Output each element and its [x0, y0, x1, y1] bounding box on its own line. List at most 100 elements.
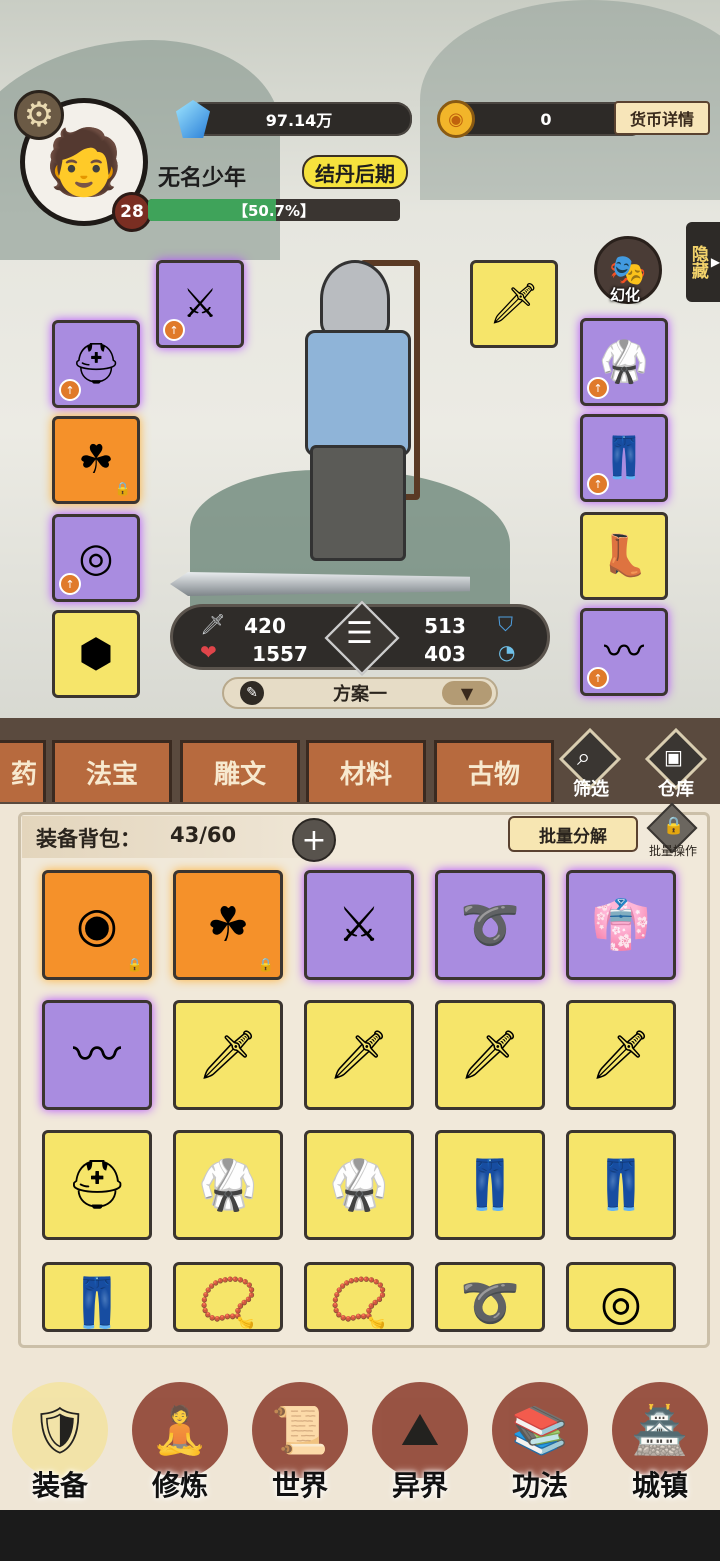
bulk-decompose-button[interactable]: 批量分解 [508, 816, 638, 852]
plus-icon: + [301, 822, 327, 858]
equip-slot-helmet[interactable]: ⛑ ↑ [52, 320, 140, 408]
bag-item[interactable]: 🥋 [173, 1130, 283, 1240]
bulk-operation-button[interactable]: 🔒 批量操作 [642, 802, 704, 858]
upgrade-badge-icon: ↑ [587, 377, 609, 399]
sword-icon: ⚔ [182, 281, 218, 327]
nav-item-0[interactable]: 🛡 装备 [0, 1372, 120, 1507]
nav-item-1[interactable]: 🧘 修炼 [120, 1372, 240, 1507]
bag-item-icon: 〰 [72, 1027, 121, 1083]
tab-label: 材料 [339, 760, 392, 790]
hide-ui-button[interactable]: ▶ 隐藏 [686, 222, 720, 302]
tab-label: 古物 [467, 760, 520, 790]
nav-item-2[interactable]: 📜 世界 [240, 1372, 360, 1507]
bag-item[interactable]: 📿 [304, 1262, 414, 1332]
pendant-icon: ⬢ [78, 631, 114, 677]
magnifier-glyph-icon: ⌕ [577, 743, 591, 771]
bag-item[interactable]: ➰ [435, 1262, 545, 1332]
bag-item[interactable]: 📿 [173, 1262, 283, 1332]
bag-item[interactable]: ◎ [566, 1262, 676, 1332]
equip-slot-ring[interactable]: ◎ ↑ [52, 514, 140, 602]
equip-slot-pants[interactable]: 👖 ↑ [580, 414, 668, 502]
bag-item-icon: 🗡 [459, 1027, 521, 1083]
expand-bag-button[interactable]: + [292, 818, 336, 862]
belt-icon: 〰 [604, 629, 644, 675]
bulk-operation-label: 批量操作 [648, 844, 697, 858]
bag-item[interactable]: 🗡 [173, 1000, 283, 1110]
bag-item[interactable]: 👖 [42, 1262, 152, 1332]
chevron-down-icon[interactable]: ▼ [442, 681, 492, 705]
attack-value: 420 [244, 614, 286, 638]
currency-details-button[interactable]: 货币详情 [614, 101, 710, 135]
bag-item[interactable]: ➰ [435, 870, 545, 980]
nav-item-5[interactable]: 🏯 城镇 [600, 1372, 720, 1507]
equip-slot-blade[interactable]: 🗡 [470, 260, 558, 348]
tab-3[interactable]: 古物 [434, 740, 554, 802]
nav-label: 功法 [511, 1469, 568, 1502]
play-icon: ▶ [710, 255, 720, 269]
bag-item-icon: ➰ [460, 897, 520, 953]
nav-label: 异界 [391, 1469, 448, 1502]
bag-item-icon: 🗡 [590, 1027, 652, 1083]
equip-slot-armor[interactable]: 🥋 ↑ [580, 318, 668, 406]
bag-item-icon: 🗡 [197, 1027, 259, 1083]
tab-2[interactable]: 材料 [306, 740, 426, 802]
bag-item[interactable]: 🗡 [304, 1000, 414, 1110]
nav-item-4[interactable]: 📚 功法 [480, 1372, 600, 1507]
bag-item[interactable]: ⚔ [304, 870, 414, 980]
list-icon: ☰ [346, 616, 373, 651]
spirit-stone-counter: 97.14万 [186, 102, 412, 136]
nav-label: 世界 [271, 1469, 328, 1502]
bag-item[interactable]: 〰 [42, 1000, 152, 1110]
bag-item-icon: 🥋 [329, 1157, 389, 1213]
tab-1[interactable]: 雕文 [180, 740, 300, 802]
character-body [305, 330, 411, 456]
bag-item[interactable]: 👖 [435, 1130, 545, 1240]
bag-item-icon: ◎ [600, 1275, 642, 1331]
bag-item-icon: ◉ [76, 897, 118, 953]
settings-gear-icon[interactable]: ⚙ [14, 90, 64, 140]
bag-item-icon: 👖 [460, 1157, 520, 1213]
bag-item-icon: 👖 [67, 1275, 127, 1331]
chest-glyph-icon: ▣ [664, 745, 683, 769]
bag-item[interactable]: ◉ 🔒 [42, 870, 152, 980]
equip-slot-boots[interactable]: 👢 [580, 512, 668, 600]
tab-0[interactable]: 法宝 [52, 740, 172, 802]
equip-slot-sword[interactable]: ⚔ ↑ [156, 260, 244, 348]
tab-partial-label: 药 [10, 760, 37, 790]
realm-badge: 结丹后期 [302, 155, 408, 189]
bag-item-icon: 🗡 [328, 1027, 390, 1083]
bag-item-icon: ⛑ [66, 1157, 128, 1213]
bag-item[interactable]: 🗡 [566, 1000, 676, 1110]
bag-item[interactable]: 🗡 [435, 1000, 545, 1110]
player-level: 28 [120, 202, 144, 222]
bag-title: 装备背包： [36, 827, 141, 851]
pants-icon: 👖 [599, 435, 649, 481]
tab-label: 雕文 [213, 760, 266, 790]
upgrade-badge-icon: ↑ [587, 473, 609, 495]
bag-item-icon: 📿 [329, 1275, 389, 1331]
bag-item[interactable]: 👖 [566, 1130, 676, 1240]
lock-icon: 🔒 [257, 958, 274, 973]
tab-partial[interactable]: 药 [0, 740, 46, 802]
bag-item[interactable]: ☘ 🔒 [173, 870, 283, 980]
loadout-selector[interactable]: ✎ 方案一 ▼ [222, 677, 498, 709]
helmet-icon: ⛑ [70, 341, 122, 387]
avatar-portrait-icon: 🧑 [44, 125, 124, 200]
equip-slot-pendant[interactable]: ⬢ [52, 610, 140, 698]
equip-slot-belt[interactable]: 〰 ↑ [580, 608, 668, 696]
bag-item[interactable]: 👘 [566, 870, 676, 980]
warehouse-button[interactable]: ▣ 仓库 [640, 727, 712, 801]
nav-label: 修炼 [151, 1469, 208, 1502]
nav-item-3[interactable]: ⛰ 异界 [360, 1372, 480, 1507]
defense-value: 513 [424, 614, 466, 638]
lock-icon: 🔒 [126, 958, 143, 973]
clover-amulet-icon: ☘ [78, 437, 114, 483]
equip-slot-clover-amulet[interactable]: ☘ 🔒 [52, 416, 140, 504]
bag-item[interactable]: 🥋 [304, 1130, 414, 1240]
bag-count: 43/60 [170, 823, 237, 847]
ring-icon: ◎ [78, 535, 114, 581]
filter-button[interactable]: ⌕ 筛选 [558, 727, 624, 801]
bag-item[interactable]: ⛑ [42, 1130, 152, 1240]
hide-label: 隐藏 [687, 245, 708, 279]
tab-label: 法宝 [85, 760, 138, 790]
